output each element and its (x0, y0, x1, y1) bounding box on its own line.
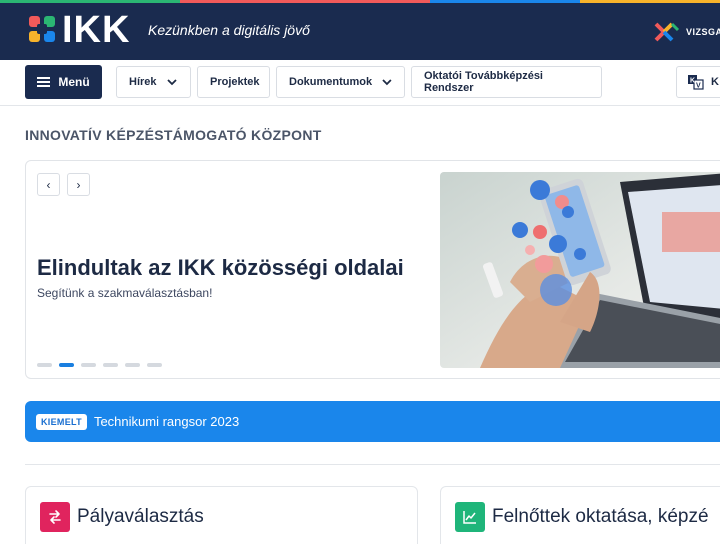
slider-dot[interactable] (125, 363, 140, 367)
accessibility-button[interactable]: K V K (676, 66, 720, 98)
site-header: IKK Kezünkben a digitális jövő VIZSGAI (0, 3, 720, 60)
arrows-icon (40, 502, 70, 532)
hamburger-icon (37, 77, 51, 87)
slider-dots (37, 363, 162, 367)
highlight-banner[interactable]: KIEMELT Technikumi rangsor 2023 (25, 401, 720, 442)
section-title: INNOVATÍV KÉPZÉSTÁMOGATÓ KÖZPONT (25, 127, 322, 143)
chevron-down-icon (166, 78, 177, 85)
chart-icon (455, 502, 485, 532)
ikk-logo-icon[interactable] (26, 13, 58, 45)
chevron-down-icon (382, 78, 392, 85)
nav-item-hirek[interactable]: Hírek (116, 66, 191, 98)
nav-item-label: Dokumentumok (289, 76, 373, 88)
slide-subtitle: Segítünk a szakmaválasztásban! (37, 286, 213, 300)
menu-button[interactable]: Menü (25, 65, 102, 99)
slider-dot[interactable] (103, 363, 118, 367)
section-divider (25, 464, 720, 465)
card-palyavalasztas[interactable]: Pályaválasztás (25, 486, 418, 544)
logo-text[interactable]: IKK (62, 7, 130, 53)
highlight-text: Technikumi rangsor 2023 (93, 414, 240, 429)
slide-image[interactable] (440, 172, 720, 368)
svg-text:V: V (696, 83, 701, 90)
menu-button-label: Menü (58, 75, 90, 89)
slider-prev-button[interactable]: ‹ (37, 173, 60, 196)
vizsga-label: VIZSGAI (686, 27, 720, 37)
highlight-badge: KIEMELT (36, 413, 87, 430)
nav-item-label: Hírek (129, 76, 157, 88)
vizsga-link[interactable]: VIZSGAI (654, 22, 720, 42)
vizsga-logo-icon (654, 22, 680, 42)
nav-item-projektek[interactable]: Projektek (197, 66, 270, 98)
nav-item-dokumentumok[interactable]: Dokumentumok (276, 66, 405, 98)
slider-dot[interactable] (147, 363, 162, 367)
kv-label: K (711, 76, 719, 88)
kv-icon: K V (688, 75, 704, 90)
main-navbar: Menü Hírek Projektek Dokumentumok Oktató… (0, 60, 720, 106)
slider-dot[interactable] (81, 363, 96, 367)
slider-dot[interactable] (37, 363, 52, 367)
card-title: Felnőttek oktatása, képzé (492, 506, 709, 527)
news-slider: ‹ › Elindultak az IKK közösségi oldalai … (25, 160, 720, 379)
slider-dot-active[interactable] (59, 363, 74, 367)
slide-title[interactable]: Elindultak az IKK közösségi oldalai (37, 255, 404, 281)
chevron-left-icon: ‹ (46, 177, 51, 192)
card-felnottek[interactable]: Felnőttek oktatása, képzé (440, 486, 720, 544)
nav-item-label: Projektek (210, 76, 260, 88)
chevron-right-icon: › (76, 177, 81, 192)
slogan: Kezünkben a digitális jövő (148, 22, 310, 38)
nav-item-oktatoi[interactable]: Oktatói Továbbképzési Rendszer (411, 66, 602, 98)
card-title: Pályaválasztás (77, 506, 204, 527)
nav-item-label: Oktatói Továbbképzési Rendszer (424, 70, 543, 94)
svg-text:K: K (690, 78, 695, 85)
slider-next-button[interactable]: › (67, 173, 90, 196)
